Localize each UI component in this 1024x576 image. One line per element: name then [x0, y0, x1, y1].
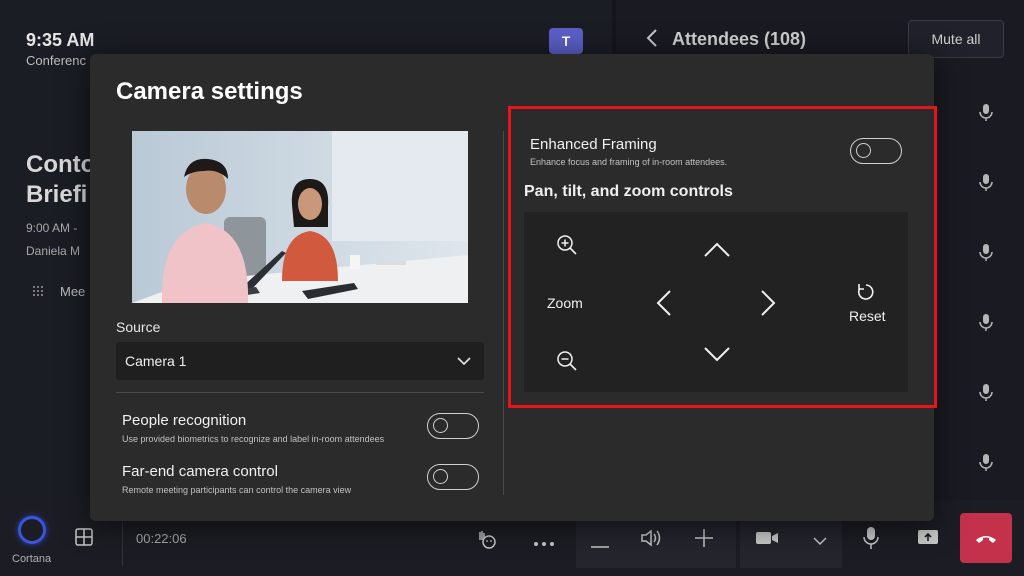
meeting-time: 9:00 AM -: [26, 221, 78, 235]
dialpad-icon: [33, 285, 43, 296]
microphone-icon[interactable]: [862, 526, 880, 555]
volume-down-icon[interactable]: [590, 536, 610, 554]
source-dropdown[interactable]: Camera 1: [116, 342, 484, 380]
clock-time: 9:35 AM: [26, 30, 95, 50]
mute-all-button[interactable]: Mute all: [908, 20, 1004, 58]
raise-hand-icon[interactable]: [476, 528, 498, 555]
meet-row[interactable]: Mee: [32, 284, 90, 299]
cortana-label: Cortana: [12, 553, 52, 565]
layout-grid-icon[interactable]: [75, 528, 93, 551]
section-divider: [116, 392, 484, 393]
attendee-mic-icon[interactable]: [976, 102, 996, 122]
people-recognition-desc: Use provided biometrics to recognize and…: [122, 434, 385, 444]
cortana-icon[interactable]: [18, 516, 46, 544]
teams-logo-icon: T: [549, 28, 583, 54]
attendees-title: Attendees (108): [672, 29, 807, 49]
back-chevron-icon[interactable]: [646, 28, 658, 54]
speaker-icon: [640, 528, 664, 553]
people-recognition-title: People recognition: [122, 412, 247, 429]
hang-up-button[interactable]: [960, 513, 1012, 563]
toggle-knob: [433, 469, 448, 484]
column-divider: [503, 131, 504, 495]
far-end-control-toggle[interactable]: [427, 464, 479, 490]
attendee-mic-icon[interactable]: [976, 452, 996, 472]
source-value: Camera 1: [125, 353, 187, 369]
meeting-title-line1: Conto: [26, 151, 90, 178]
attendee-mic-icon[interactable]: [976, 242, 996, 262]
room-name: Conferenc: [26, 53, 86, 68]
video-camera-icon[interactable]: [755, 530, 779, 551]
toggle-knob: [433, 418, 448, 433]
far-end-control-desc: Remote meeting participants can control …: [122, 485, 352, 495]
hang-up-icon: [976, 536, 996, 543]
meeting-title: Conto Briefi: [26, 150, 90, 210]
people-recognition-toggle[interactable]: [427, 413, 479, 439]
more-options-icon[interactable]: [533, 534, 555, 552]
volume-up-icon[interactable]: [694, 528, 714, 553]
chevron-down-icon: [457, 357, 471, 366]
meet-label: Mee: [60, 284, 86, 299]
source-label: Source: [116, 319, 161, 335]
chevron-down-icon[interactable]: [812, 533, 828, 551]
call-timer: 00:22:06: [136, 531, 187, 546]
meeting-organizer: Daniela M: [26, 244, 81, 258]
attendee-mic-icon[interactable]: [976, 172, 996, 192]
camera-preview: [132, 131, 468, 303]
attendee-mic-icon[interactable]: [976, 382, 996, 402]
share-screen-icon[interactable]: [917, 529, 939, 552]
dialog-title: Camera settings: [116, 78, 303, 105]
meeting-title-line2: Briefi: [26, 181, 88, 208]
far-end-control-title: Far-end camera control: [122, 463, 278, 480]
highlight-box: [508, 106, 937, 408]
attendee-mic-icon[interactable]: [976, 312, 996, 332]
